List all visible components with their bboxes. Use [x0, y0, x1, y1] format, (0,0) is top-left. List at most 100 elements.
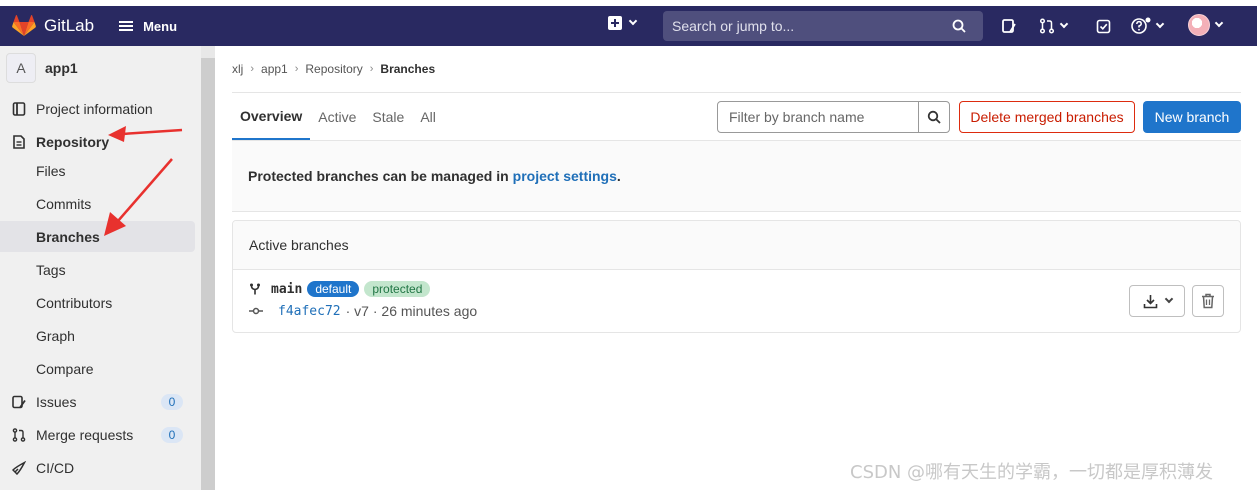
hamburger-icon [119, 21, 134, 31]
gitlab-logo[interactable]: GitLab [12, 15, 94, 37]
merge-request-icon [1039, 18, 1055, 34]
sidebar-item-label: Issues [36, 393, 77, 410]
rocket-icon [12, 460, 26, 475]
search-icon [952, 19, 966, 33]
breadcrumb: xlj › app1 › Repository › Branches [232, 62, 435, 76]
download-dropdown-button[interactable] [1129, 285, 1185, 317]
sidebar-item-label: Compare [36, 360, 94, 377]
merge-request-icon [12, 427, 26, 442]
sidebar-item-issues[interactable]: Issues 0 [0, 386, 195, 417]
commit-icon [249, 307, 263, 315]
sidebar-item-commits[interactable]: Commits [0, 188, 195, 219]
sidebar-item-label: CI/CD [36, 459, 75, 476]
chevron-down-icon [1214, 18, 1224, 28]
filter-branch-input[interactable] [718, 102, 919, 132]
info-text: Protected branches can be managed in [248, 168, 509, 184]
sidebar-item-label: Graph [36, 327, 75, 344]
app-name: GitLab [44, 16, 95, 35]
tab-all[interactable]: All [412, 93, 444, 140]
branch-tabs: Overview Active Stale All [232, 93, 444, 141]
filter-search-button[interactable] [918, 102, 949, 132]
chevron-right-icon: › [250, 63, 255, 75]
commit-sha-link[interactable]: f4afec72 [278, 304, 341, 319]
protected-badge: protected [364, 281, 431, 297]
sidebar-item-label: Commits [36, 195, 92, 212]
issues-icon [1002, 19, 1016, 33]
branch-commit-line: f4afec72 · v7 · 26 minutes ago [249, 303, 477, 319]
chevron-down-icon [1059, 19, 1069, 29]
sidebar-item-branches[interactable]: Branches [0, 221, 195, 252]
protected-branches-info: Protected branches can be managed in pro… [232, 141, 1241, 212]
sidebar-item-compare[interactable]: Compare [0, 353, 195, 384]
breadcrumb-item-namespace[interactable]: xlj [232, 62, 243, 76]
plus-square-icon [608, 16, 622, 30]
issues-count-badge: 0 [161, 393, 183, 410]
merge-requests-nav-button[interactable] [1039, 16, 1069, 36]
help-question-icon [1131, 17, 1151, 34]
issues-nav-button[interactable] [1001, 16, 1017, 36]
csdn-watermark: CSDN @哪有天生的学霸，一切都是厚积薄发 [850, 462, 1214, 483]
active-branches-card: Active branches main default protected f… [232, 220, 1241, 333]
project-sidebar: A app1 Project information Repository Fi… [0, 46, 201, 490]
help-dropdown[interactable] [1131, 16, 1165, 36]
sidebar-item-label: Repository [36, 133, 110, 150]
sidebar-item-ci-cd[interactable]: CI/CD [0, 452, 195, 483]
sidebar-item-merge-requests[interactable]: Merge requests 0 [0, 419, 195, 450]
chevron-right-icon: › [294, 63, 299, 75]
tab-overview[interactable]: Overview [232, 93, 311, 140]
commit-meta: · v7 · 26 minutes ago [345, 303, 478, 319]
todo-checkbox-icon [1096, 19, 1111, 33]
trash-icon [1202, 293, 1214, 309]
menu-button[interactable]: Menu [119, 19, 177, 34]
sidebar-scrollbar[interactable] [201, 46, 215, 490]
sidebar-item-project-information[interactable]: Project information [0, 93, 195, 124]
branch-name-link[interactable]: main [271, 282, 302, 297]
project-name: app1 [45, 60, 78, 76]
branch-row: main default protected f4afec72 · v7 · 2… [233, 270, 1240, 332]
default-badge: default [307, 281, 360, 297]
branch-icon [250, 283, 260, 295]
gitlab-tanuki-icon [12, 15, 36, 36]
info-period: . [616, 168, 621, 184]
sidebar-item-label: Tags [36, 261, 66, 278]
sidebar-item-contributors[interactable]: Contributors [0, 287, 195, 318]
search-input[interactable] [672, 18, 952, 34]
project-avatar: A [6, 53, 36, 83]
new-branch-button[interactable]: New branch [1143, 101, 1241, 133]
sidebar-item-graph[interactable]: Graph [0, 320, 195, 351]
delete-merged-branches-button[interactable]: Delete merged branches [959, 101, 1135, 133]
create-new-dropdown[interactable] [608, 16, 638, 30]
chevron-right-icon: › [369, 63, 374, 75]
breadcrumb-item-repository[interactable]: Repository [305, 62, 362, 76]
tab-stale[interactable]: Stale [364, 93, 412, 140]
user-menu-dropdown[interactable] [1188, 14, 1224, 36]
tab-active[interactable]: Active [310, 93, 364, 140]
menu-label: Menu [143, 18, 178, 34]
sidebar-scrollbar-track [201, 46, 215, 58]
search-bar[interactable] [663, 11, 983, 41]
search-icon [927, 110, 941, 124]
breadcrumb-item-project[interactable]: app1 [261, 62, 288, 76]
project-header[interactable]: A app1 [0, 46, 201, 90]
branch-title-line: main default protected [249, 281, 431, 297]
document-icon [13, 134, 25, 149]
active-branches-title: Active branches [233, 221, 1240, 270]
chevron-down-icon [1164, 294, 1173, 304]
sidebar-item-repository[interactable]: Repository [0, 126, 195, 157]
branch-filter [717, 101, 950, 133]
merge-requests-count-badge: 0 [161, 426, 183, 443]
breadcrumb-item-branches[interactable]: Branches [380, 62, 435, 76]
sidebar-item-files[interactable]: Files [0, 155, 195, 186]
chevron-down-icon [1155, 19, 1165, 29]
sidebar-item-tags[interactable]: Tags [0, 254, 195, 285]
issues-icon [12, 395, 26, 408]
sidebar-item-label: Project information [36, 100, 153, 117]
sidebar-item-label: Branches [36, 228, 100, 245]
user-avatar [1188, 14, 1210, 36]
todos-nav-button[interactable] [1096, 16, 1111, 36]
info-icon [12, 101, 26, 116]
delete-branch-button[interactable] [1192, 285, 1224, 317]
download-icon [1143, 294, 1157, 308]
top-navbar: GitLab Menu [0, 6, 1257, 46]
project-settings-link[interactable]: project settings [513, 168, 617, 184]
